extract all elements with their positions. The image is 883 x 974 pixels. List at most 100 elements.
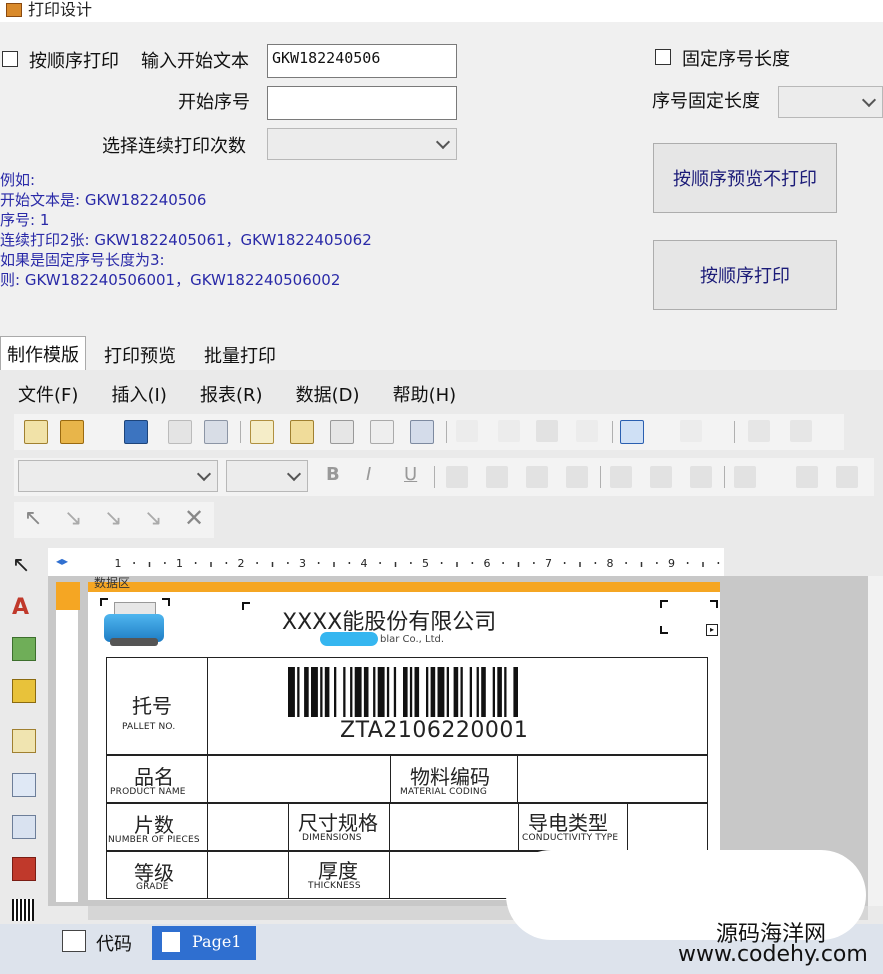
fixed-length-select[interactable]: [778, 86, 883, 118]
menu-data[interactable]: 数据(D): [296, 385, 360, 406]
underline-button[interactable]: U: [404, 464, 417, 485]
ruler-minor-tick: [640, 562, 643, 567]
shape-tool-icon[interactable]: [12, 679, 36, 703]
save-icon[interactable]: [124, 420, 148, 444]
image-tool-icon[interactable]: [12, 637, 36, 661]
ruler-tick-label: 3: [299, 557, 306, 570]
text-tool-icon[interactable]: A: [12, 595, 34, 620]
ruler-tick-label: 8: [607, 557, 614, 570]
menu-file[interactable]: 文件(F): [18, 385, 78, 406]
grade-label-en: GRADE: [136, 882, 169, 892]
barcode-tool-icon[interactable]: [12, 899, 34, 921]
font-family-select[interactable]: [18, 460, 218, 492]
copy-page-icon[interactable]: [168, 420, 192, 444]
border-icon[interactable]: [796, 466, 818, 488]
double-arrow-icon[interactable]: ↘: [144, 506, 162, 531]
start-number-input[interactable]: [267, 86, 457, 120]
arrow-line-icon[interactable]: ↘: [104, 506, 122, 531]
print-in-order-button[interactable]: 按顺序打印: [653, 240, 837, 310]
barcode-bar: [393, 667, 397, 717]
subreport-tool-icon[interactable]: [12, 729, 36, 753]
barcode-bar: [481, 667, 486, 717]
ruler-minor-tick: [379, 562, 381, 564]
valign-bottom-icon[interactable]: [690, 466, 712, 488]
snap-grid-icon[interactable]: [790, 420, 812, 442]
align-right-icon[interactable]: [526, 466, 548, 488]
company-subtitle: blar Co., Ltd.: [380, 634, 445, 645]
delete-page-icon[interactable]: [370, 420, 394, 444]
sequence-print-label: 按顺序打印: [29, 51, 119, 72]
pointer-icon[interactable]: ↖: [24, 506, 42, 531]
barcode-bar: [437, 667, 445, 717]
menu-report[interactable]: 报表(R): [200, 385, 263, 406]
new-icon[interactable]: [24, 420, 48, 444]
ruler-minor-tick: [287, 562, 289, 564]
table-tool-icon[interactable]: [12, 773, 36, 797]
ruler-minor-tick: [579, 562, 581, 567]
ruler-minor-tick: [533, 562, 535, 564]
chart-tool-icon[interactable]: [12, 857, 36, 881]
ruler-minor-tick: [702, 562, 704, 567]
barcode-bar: [320, 667, 323, 717]
ruler-minor-tick: [471, 562, 474, 564]
barcode-bar: [497, 667, 502, 717]
line-icon[interactable]: ↘: [64, 506, 82, 531]
redo-icon[interactable]: [680, 420, 702, 442]
cut-icon[interactable]: [456, 420, 478, 442]
sequence-print-checkbox[interactable]: [2, 51, 18, 67]
tab-preview[interactable]: 打印预览: [98, 338, 182, 372]
menu-help[interactable]: 帮助(H): [393, 385, 457, 406]
barcode-bar: [414, 667, 420, 717]
tab-page1[interactable]: Page1: [152, 926, 256, 960]
ruler-minor-tick: [333, 562, 335, 567]
ruler-toggle-icon[interactable]: ◂▸: [56, 554, 68, 568]
font-size-select[interactable]: [226, 460, 308, 492]
italic-button[interactable]: I: [366, 464, 371, 485]
barcode-image[interactable]: [288, 667, 588, 719]
select-tool-icon[interactable]: ↖: [12, 553, 34, 578]
ruler-minor-tick: [410, 562, 412, 564]
justify-icon[interactable]: [566, 466, 588, 488]
page-setup-icon[interactable]: [290, 420, 314, 444]
tab-batch-print[interactable]: 批量打印: [198, 338, 282, 372]
ruler-minor-tick: [517, 562, 520, 567]
start-text-input[interactable]: GKW182240506: [267, 44, 457, 78]
paste-icon[interactable]: [536, 420, 558, 442]
valign-top-icon[interactable]: [610, 466, 632, 488]
ruler-minor-tick: [317, 562, 320, 564]
preview-no-print-button[interactable]: 按顺序预览不打印: [653, 143, 837, 213]
open-folder-icon[interactable]: [60, 420, 84, 444]
preview-icon[interactable]: [204, 420, 228, 444]
barcode-bar: [453, 667, 459, 717]
expand-icon[interactable]: ▸: [706, 624, 718, 636]
vertical-scrollbar[interactable]: [868, 576, 883, 906]
drawing-toolbar: ↖ ↘ ↘ ↘ ✕: [14, 502, 214, 538]
close-icon[interactable]: ✕: [184, 504, 204, 532]
example-line: 开始文本是: GKW182240506: [0, 191, 207, 209]
company-name: XXXX能股份有限公司: [282, 610, 497, 635]
copy-icon[interactable]: [498, 420, 520, 442]
fill-color-icon[interactable]: [836, 466, 858, 488]
font-color-icon[interactable]: [734, 466, 756, 488]
repeat-count-select[interactable]: [267, 128, 457, 160]
align-grid-icon[interactable]: [748, 420, 770, 442]
fixed-length-checkbox[interactable]: [655, 49, 671, 65]
align-left-icon[interactable]: [446, 466, 468, 488]
page-icon[interactable]: [250, 420, 274, 444]
barcode-bar: [409, 667, 413, 717]
print-icon[interactable]: [410, 420, 434, 444]
ruler-minor-tick: [440, 562, 443, 564]
align-center-icon[interactable]: [486, 466, 508, 488]
barcode-bar: [373, 667, 376, 717]
bold-button[interactable]: B: [326, 464, 340, 485]
format-painter-icon[interactable]: [576, 420, 598, 442]
crosstab-tool-icon[interactable]: [12, 815, 36, 839]
pieces-label-cn: 片数: [134, 813, 174, 837]
barcode-bar: [446, 667, 449, 717]
clipboard-icon[interactable]: [330, 420, 354, 444]
undo-icon[interactable]: [620, 420, 644, 444]
tab-design[interactable]: 制作模版: [0, 336, 86, 371]
tab-code[interactable]: 代码: [96, 930, 132, 956]
menu-insert[interactable]: 插入(I): [112, 385, 167, 406]
valign-middle-icon[interactable]: [650, 466, 672, 488]
